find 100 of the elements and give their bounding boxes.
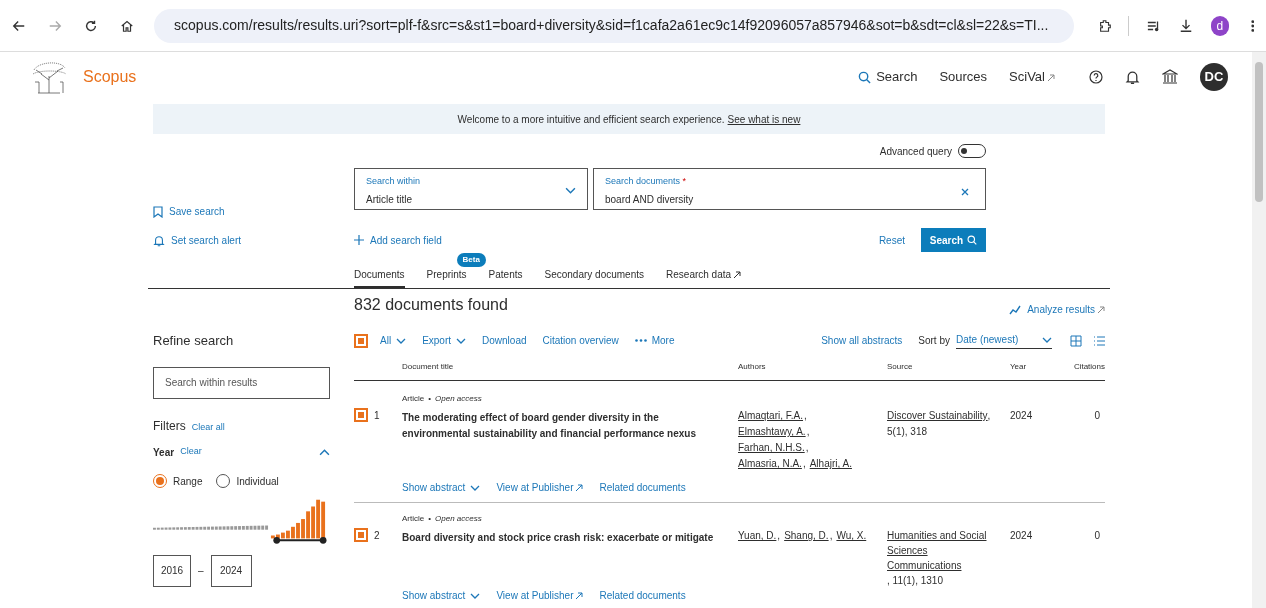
author-link[interactable]: Almaqtari, F.A. <box>738 408 804 424</box>
refine-search-heading: Refine search <box>153 332 235 350</box>
row-number: 1 <box>374 409 380 423</box>
separator-dot: • <box>428 513 432 525</box>
comma: , <box>802 457 806 471</box>
year-to-field[interactable]: 2024 <box>210 554 252 587</box>
bell-icon[interactable] <box>1125 69 1140 85</box>
row-action-link[interactable]: Related documents <box>599 480 686 495</box>
author-link[interactable]: Alhajri, A. <box>809 456 852 472</box>
comma: , <box>805 441 809 455</box>
checkbox[interactable] <box>354 333 368 348</box>
author-link[interactable]: Elmashtawy, A. <box>738 424 806 440</box>
reset-link[interactable]: Reset <box>878 232 905 248</box>
advanced-query-label: Advanced query <box>879 144 952 159</box>
source-link[interactable]: Humanities and Social Sciences Communications <box>887 528 1004 573</box>
column-header[interactable]: Citations <box>1070 361 1105 373</box>
document-title-link[interactable]: The moderating effect of board gender diversity in the environmental sustainability and financial performance nexus <box>402 410 726 442</box>
comma: , <box>987 410 991 421</box>
plus-icon <box>354 235 364 245</box>
tab[interactable]: Patents <box>488 267 523 288</box>
address-bar[interactable]: scopus.com/results/results.uri?sort=plf-f&src=s&st1=board+diversity&sid=f1cafa2a61ec9c14f92096057a857946&sot=b&sdt=cl&sl=22&s=TI... <box>154 8 1075 43</box>
document-type: Article <box>402 513 425 525</box>
column-header[interactable]: Year <box>1010 361 1070 373</box>
checkbox[interactable] <box>354 408 368 422</box>
search-button[interactable]: Search <box>921 228 986 252</box>
search-documents-field[interactable]: Search documents * board AND diversity <box>593 168 986 210</box>
banner-link[interactable]: See what is new <box>727 111 801 127</box>
menu-icon[interactable] <box>1250 17 1254 34</box>
scrollbar[interactable] <box>1252 52 1266 608</box>
clear-link[interactable]: Clear <box>180 445 202 459</box>
profile-avatar[interactable]: d <box>1211 15 1229 36</box>
toolbar-link[interactable]: More <box>634 333 675 348</box>
column-header[interactable]: Document title <box>402 361 738 373</box>
search-within-dropdown[interactable]: Search within Article title <box>354 168 588 210</box>
radio-label: Individual <box>236 474 279 489</box>
separator-dot: • <box>428 393 432 405</box>
trend-icon <box>1009 304 1022 315</box>
comma: , <box>829 529 833 543</box>
nav-link[interactable]: Search <box>858 67 918 87</box>
clear-all-link[interactable]: Clear all <box>191 421 225 435</box>
analyze-results-link[interactable]: Analyze results <box>1009 302 1105 317</box>
range-dash: – <box>198 564 204 578</box>
comma: , <box>777 529 781 543</box>
toolbar-link[interactable]: Citation overview <box>542 333 619 348</box>
toolbar-link[interactable]: All <box>380 333 407 348</box>
tab[interactable]: Secondary documents <box>544 267 645 288</box>
show-all-abstracts-link[interactable]: Show all abstracts <box>821 333 903 348</box>
comma: , <box>804 409 807 423</box>
help-icon[interactable] <box>1089 70 1103 84</box>
sort-label: Sort by <box>918 334 950 348</box>
year-from-field[interactable]: 2016 <box>153 554 191 587</box>
side-action-link[interactable]: Set search alert <box>153 233 354 248</box>
chevron-up-icon[interactable] <box>319 448 330 456</box>
search-icon <box>858 70 872 84</box>
row-action-link[interactable]: Show abstract <box>402 480 481 495</box>
author-link[interactable]: Yuan, D. <box>738 528 777 544</box>
grid-view-icon[interactable] <box>1070 334 1082 347</box>
search-within-results-field[interactable]: Search within results <box>153 366 330 399</box>
author-link[interactable]: Almasria, N.A. <box>738 456 802 472</box>
toolbar-link[interactable]: Export <box>422 333 467 348</box>
bookmark-icon <box>153 205 163 218</box>
chevron-down-icon <box>470 592 481 599</box>
checkbox[interactable] <box>354 528 368 542</box>
author-link[interactable]: Farhan, N.H.S. <box>738 440 805 456</box>
tab[interactable]: Preprints <box>426 267 467 288</box>
field-label: Search documents * <box>605 175 688 188</box>
row-action-link[interactable]: View at Publisher <box>496 480 584 495</box>
nav-link[interactable]: Sources <box>939 67 988 87</box>
banner-text: Welcome to a more intuitive and efficient search experience. <box>457 112 725 127</box>
access-label: Open access <box>435 513 482 525</box>
row-action-link[interactable]: Show abstract <box>402 588 481 603</box>
author-link[interactable]: Wu, X. <box>836 528 867 544</box>
tab[interactable]: Research data <box>666 267 742 288</box>
nav-link[interactable]: SciVal <box>1009 67 1055 87</box>
column-header[interactable]: Authors <box>738 361 887 373</box>
institution-icon[interactable] <box>1162 69 1178 85</box>
side-action-link[interactable]: Save search <box>153 204 354 219</box>
user-avatar[interactable]: DC <box>1200 63 1228 91</box>
toolbar-link[interactable]: Download <box>482 333 527 348</box>
comma: , <box>806 425 810 439</box>
close-icon[interactable] <box>961 188 969 196</box>
document-title-link[interactable]: Board diversity and stock price crash risk: exacerbate or mitigate <box>402 530 726 546</box>
sort-dropdown[interactable]: Date (newest) <box>956 332 1052 349</box>
add-search-field-link[interactable]: Add search field <box>354 232 442 248</box>
download-icon[interactable] <box>1178 17 1193 34</box>
access-label: Open access <box>435 393 482 405</box>
source-detail: 5(1), 318 <box>887 426 928 437</box>
source-link[interactable]: Discover Sustainability <box>887 408 988 424</box>
row-action-link[interactable]: View at Publisher <box>496 588 584 603</box>
author-link[interactable]: Shang, D. <box>784 528 829 544</box>
external-link-icon <box>575 591 584 600</box>
more-icon <box>634 339 647 342</box>
column-header[interactable]: Source <box>887 361 1010 373</box>
extension-icon[interactable] <box>1098 17 1113 34</box>
row-action-link[interactable]: Related documents <box>599 588 686 603</box>
toggle-switch[interactable] <box>958 144 986 158</box>
field-value: Article title <box>366 192 414 207</box>
beta-badge: Beta <box>456 253 486 267</box>
year-cell: 2024 <box>1010 410 1033 421</box>
results-count: 832 documents found <box>354 295 508 315</box>
